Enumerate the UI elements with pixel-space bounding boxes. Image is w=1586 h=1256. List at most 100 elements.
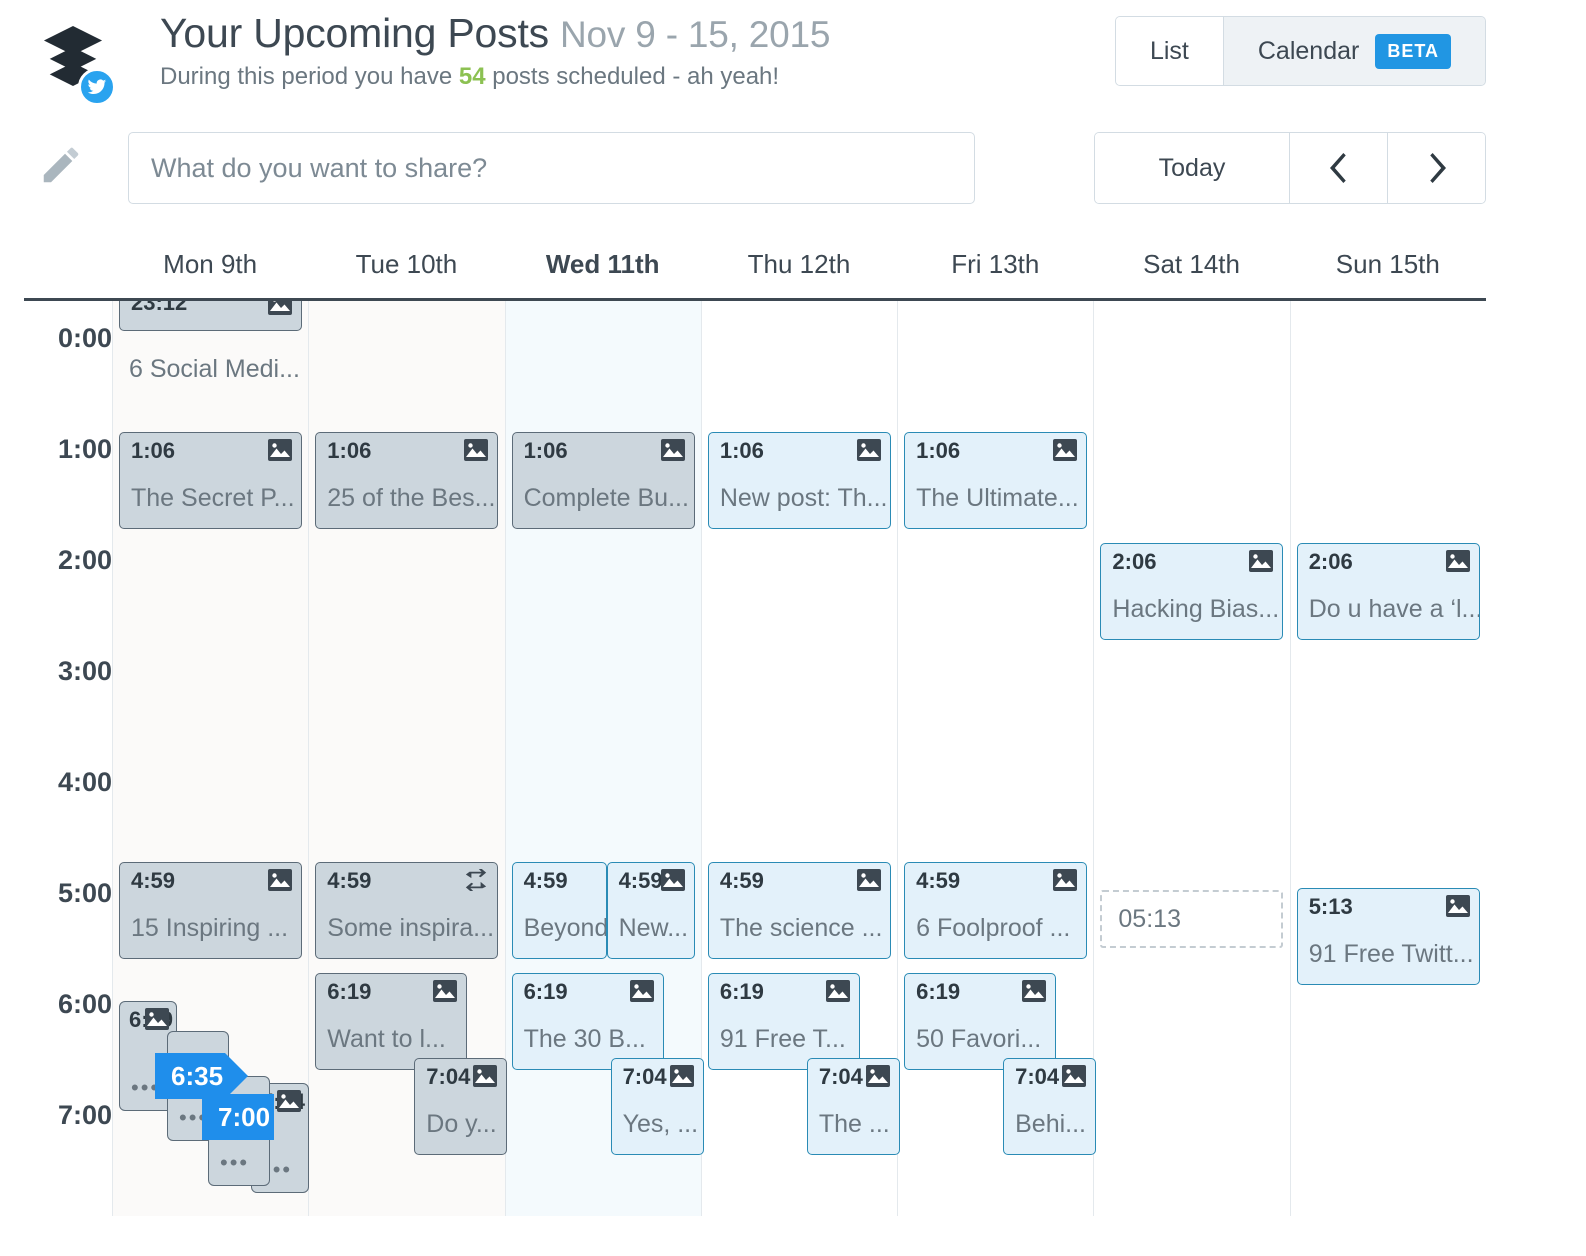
post-text: 25 of the Bes...	[327, 486, 488, 511]
photo-icon	[866, 1065, 890, 1087]
post-card[interactable]: 6:19 The 30 B...	[512, 973, 664, 1070]
photo-icon	[268, 869, 292, 891]
photo-icon	[1446, 550, 1470, 572]
photo-icon	[277, 1090, 301, 1112]
twitter-account-badge[interactable]	[78, 68, 116, 106]
tab-calendar-label: Calendar	[1258, 37, 1359, 66]
date-navigation-group[interactable]: Today	[1094, 132, 1486, 204]
day-header-sat: Sat 14th	[1093, 230, 1289, 298]
post-text: 15 Inspiring ...	[131, 916, 292, 941]
photo-icon	[1446, 895, 1470, 917]
post-text: The Secret P...	[131, 486, 292, 511]
tab-calendar-view[interactable]: Calendar BETA	[1223, 17, 1485, 85]
post-card[interactable]: 4:59 New...	[607, 862, 695, 959]
post-text: New...	[619, 916, 685, 941]
hour-label-6: 6:00	[24, 989, 112, 1020]
post-text: 50 Favori...	[916, 1027, 1046, 1052]
photo-icon	[1062, 1065, 1086, 1087]
post-card[interactable]: 2:06 Do u have a ‘l...	[1297, 543, 1480, 640]
post-card[interactable]: 6:19 Want to l...	[315, 973, 467, 1070]
photo-icon	[826, 980, 850, 1002]
photo-icon	[1053, 439, 1077, 461]
chevron-right-icon	[1426, 153, 1448, 183]
post-card[interactable]: 7:04 The ...	[807, 1058, 900, 1155]
post-text: Some inspira...	[327, 916, 488, 941]
post-card[interactable]: 2:06 Hacking Bias...	[1100, 543, 1283, 640]
photo-icon	[145, 1008, 169, 1030]
next-week-button[interactable]	[1387, 133, 1485, 203]
post-card[interactable]: 1:06 The Secret P...	[119, 432, 302, 529]
chevron-left-icon	[1328, 153, 1350, 183]
empty-slot-time: 05:13	[1118, 905, 1181, 934]
today-button[interactable]: Today	[1095, 133, 1289, 203]
title-block: Your Upcoming Posts Nov 9 - 15, 2015 Dur…	[160, 10, 830, 91]
post-card[interactable]: 7:04 Yes, ...	[611, 1058, 704, 1155]
compose-input[interactable]	[151, 153, 952, 184]
post-card[interactable]: 7:04 Behi...	[1003, 1058, 1096, 1155]
drag-time-label: 7:00	[218, 1102, 270, 1133]
post-card[interactable]: 4:59 6 Foolproof ...	[904, 862, 1087, 959]
day-column-mon[interactable]: 23:12 6 Social Medi... 1:06 The Secret P…	[112, 301, 308, 1216]
post-text: The Ultimate...	[916, 486, 1077, 511]
pencil-icon	[38, 142, 84, 188]
subtitle-prefix: During this period you have	[160, 63, 459, 90]
day-column-wed[interactable]: 1:06 Complete Bu... 4:59 Beyond 4:59 New…	[505, 301, 701, 1216]
post-card[interactable]: 1:06 25 of the Bes...	[315, 432, 498, 529]
previous-week-button[interactable]	[1289, 133, 1387, 203]
day-header-row: Mon 9th Tue 10th Wed 11th Thu 12th Fri 1…	[112, 230, 1486, 298]
photo-icon	[268, 298, 292, 315]
hour-label-3: 3:00	[24, 656, 112, 687]
empty-slot-placeholder[interactable]: 05:13	[1100, 890, 1283, 948]
calendar-grid: 0:00 1:00 2:00 3:00 4:00 5:00 6:00 7:00 …	[24, 298, 1486, 1216]
day-column-tue[interactable]: 1:06 25 of the Bes... 4:59 Some inspira.…	[308, 301, 504, 1216]
post-card[interactable]: 4:59 Some inspira...	[315, 862, 498, 959]
day-column-sat[interactable]: 2:06 Hacking Bias... 05:13	[1093, 301, 1289, 1216]
post-card[interactable]: 1:06 New post: Th...	[708, 432, 891, 529]
drag-time-flag: 7:00	[202, 1094, 274, 1140]
hour-label-4: 4:00	[24, 767, 112, 798]
post-card[interactable]: 6:19 50 Favori...	[904, 973, 1056, 1070]
post-card[interactable]: 1:06 Complete Bu...	[512, 432, 695, 529]
post-text: Hacking Bias...	[1112, 597, 1273, 622]
day-column-thu[interactable]: 1:06 New post: Th... 4:59 The science ..…	[701, 301, 897, 1216]
hour-label-1: 1:00	[24, 434, 112, 465]
day-column-fri[interactable]: 1:06 The Ultimate... 4:59 6 Foolproof ..…	[897, 301, 1093, 1216]
brand-logo-group	[28, 12, 120, 104]
today-button-label: Today	[1159, 154, 1226, 183]
tab-list-view[interactable]: List	[1116, 17, 1223, 85]
photo-icon	[661, 439, 685, 461]
hour-label-0: 0:00	[24, 323, 112, 354]
photo-icon	[433, 980, 457, 1002]
post-text: Do u have a ‘l...	[1309, 597, 1470, 622]
post-card[interactable]: 7:04 Do y...	[414, 1058, 507, 1155]
day-column-sun[interactable]: 2:06 Do u have a ‘l... 5:13 91 Free Twit…	[1290, 301, 1486, 1216]
day-header-fri: Fri 13th	[897, 230, 1093, 298]
post-text: Beyond	[524, 916, 597, 941]
post-card[interactable]: 4:59 The science ...	[708, 862, 891, 959]
day-header-thu: Thu 12th	[701, 230, 897, 298]
photo-icon	[464, 439, 488, 461]
view-mode-toggle[interactable]: List Calendar BETA	[1115, 16, 1486, 86]
post-text: New post: Th...	[720, 486, 881, 511]
post-card[interactable]: 1:06 The Ultimate...	[904, 432, 1087, 529]
drag-time-label: 6:35	[171, 1061, 223, 1092]
post-text: 6 Social Medi...	[129, 355, 300, 384]
day-columns: 23:12 6 Social Medi... 1:06 The Secret P…	[112, 301, 1486, 1216]
photo-icon	[268, 439, 292, 461]
photo-icon	[661, 869, 685, 891]
day-header-tue: Tue 10th	[308, 230, 504, 298]
post-text: The ...	[819, 1112, 890, 1137]
repeat-icon	[464, 869, 488, 891]
post-card[interactable]: 4:59 15 Inspiring ...	[119, 862, 302, 959]
post-card[interactable]: 4:59 Beyond	[512, 862, 607, 959]
photo-icon	[1249, 550, 1273, 572]
twitter-bird-icon	[87, 77, 107, 97]
post-text: •••	[220, 1152, 249, 1174]
hour-label-2: 2:00	[24, 545, 112, 576]
post-card[interactable]: 6:19 91 Free T...	[708, 973, 860, 1070]
photo-icon	[1022, 980, 1046, 1002]
post-card[interactable]: 5:13 91 Free Twitt...	[1297, 888, 1480, 985]
post-card[interactable]: 23:12	[119, 298, 302, 331]
compose-field-wrapper[interactable]	[128, 132, 975, 204]
day-header-sun: Sun 15th	[1290, 230, 1486, 298]
